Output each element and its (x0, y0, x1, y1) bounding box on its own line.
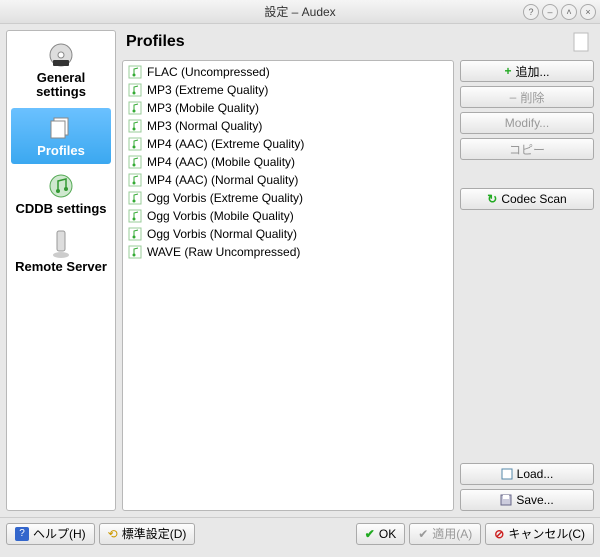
profile-name: Ogg Vorbis (Normal Quality) (147, 227, 297, 241)
minimize-icon[interactable]: – (542, 4, 558, 20)
music-file-icon (127, 82, 143, 98)
plus-icon: + (504, 64, 511, 78)
cancel-icon: ⊘ (494, 527, 504, 541)
list-item[interactable]: MP3 (Extreme Quality) (125, 81, 451, 99)
profile-name: MP3 (Extreme Quality) (147, 83, 268, 97)
check-icon: ✔ (365, 527, 375, 541)
profiles-list[interactable]: FLAC (Uncompressed) MP3 (Extreme Quality)… (122, 60, 454, 511)
list-item[interactable]: MP3 (Mobile Quality) (125, 99, 451, 117)
defaults-button[interactable]: ⟲ 標準設定(D) (99, 523, 196, 545)
save-button[interactable]: Save... (460, 489, 594, 511)
profile-name: FLAC (Uncompressed) (147, 65, 270, 79)
maximize-icon[interactable]: ˄ (561, 4, 577, 20)
disc-icon (13, 41, 109, 69)
ok-button[interactable]: ✔ OK (356, 523, 405, 545)
help-button[interactable]: ? ヘルプ(H) (6, 523, 95, 545)
modify-button[interactable]: Modify... (460, 112, 594, 134)
apply-button[interactable]: ✔ 適用(A) (409, 523, 481, 545)
floppy-icon (500, 494, 512, 506)
profile-name: Ogg Vorbis (Mobile Quality) (147, 209, 294, 223)
documents-icon (13, 114, 109, 142)
sidebar-item-general[interactable]: General settings (11, 35, 111, 106)
codec-scan-button[interactable]: ↻ Codec Scan (460, 188, 594, 210)
document-icon (572, 32, 590, 52)
music-file-icon (127, 172, 143, 188)
help-window-icon[interactable]: ? (523, 4, 539, 20)
music-file-icon (127, 100, 143, 116)
titlebar: 設定 – Audex ? – ˄ × (0, 0, 600, 24)
music-file-icon (127, 226, 143, 242)
music-file-icon (127, 136, 143, 152)
help-icon: ? (15, 527, 29, 541)
dialog-buttons: ? ヘルプ(H) ⟲ 標準設定(D) ✔ OK ✔ 適用(A) ⊘ キャンセル(… (0, 517, 600, 549)
profile-name: Ogg Vorbis (Extreme Quality) (147, 191, 303, 205)
list-item[interactable]: MP4 (AAC) (Mobile Quality) (125, 153, 451, 171)
music-file-icon (127, 154, 143, 170)
sidebar-item-label: General settings (13, 71, 109, 100)
add-button[interactable]: + 追加... (460, 60, 594, 82)
revert-icon: ⟲ (108, 527, 118, 541)
sidebar: General settings Profiles CDDB settings … (6, 30, 116, 511)
list-item[interactable]: MP3 (Normal Quality) (125, 117, 451, 135)
window-title: 設定 – Audex (264, 3, 335, 20)
music-file-icon (127, 244, 143, 260)
sidebar-item-label: Profiles (13, 144, 109, 158)
close-icon[interactable]: × (580, 4, 596, 20)
copy-button[interactable]: コピー (460, 138, 594, 160)
list-item[interactable]: Ogg Vorbis (Mobile Quality) (125, 207, 451, 225)
profile-name: WAVE (Raw Uncompressed) (147, 245, 300, 259)
music-disc-icon (13, 172, 109, 200)
list-item[interactable]: Ogg Vorbis (Normal Quality) (125, 225, 451, 243)
sidebar-item-profiles[interactable]: Profiles (11, 108, 111, 164)
load-button[interactable]: Load... (460, 463, 594, 485)
list-item[interactable]: MP4 (AAC) (Extreme Quality) (125, 135, 451, 153)
list-item[interactable]: WAVE (Raw Uncompressed) (125, 243, 451, 261)
sidebar-item-label: Remote Server (13, 260, 109, 274)
list-item[interactable]: Ogg Vorbis (Extreme Quality) (125, 189, 451, 207)
profile-name: MP3 (Normal Quality) (147, 119, 262, 133)
profile-name: MP4 (AAC) (Mobile Quality) (147, 155, 295, 169)
profile-name: MP4 (AAC) (Normal Quality) (147, 173, 298, 187)
profile-name: MP4 (AAC) (Extreme Quality) (147, 137, 304, 151)
sidebar-item-label: CDDB settings (13, 202, 109, 216)
list-item[interactable]: MP4 (AAC) (Normal Quality) (125, 171, 451, 189)
music-file-icon (127, 190, 143, 206)
check-icon: ✔ (418, 527, 428, 541)
music-file-icon (127, 64, 143, 80)
sidebar-item-cddb[interactable]: CDDB settings (11, 166, 111, 222)
sidebar-item-remote[interactable]: Remote Server (11, 224, 111, 280)
document-open-icon (501, 468, 513, 480)
profile-name: MP3 (Mobile Quality) (147, 101, 259, 115)
refresh-icon: ↻ (487, 192, 497, 206)
delete-button[interactable]: – 削除 (460, 86, 594, 108)
server-icon (13, 230, 109, 258)
music-file-icon (127, 208, 143, 224)
music-file-icon (127, 118, 143, 134)
page-title: Profiles (126, 33, 185, 51)
list-item[interactable]: FLAC (Uncompressed) (125, 63, 451, 81)
cancel-button[interactable]: ⊘ キャンセル(C) (485, 523, 594, 545)
minus-icon: – (510, 90, 517, 104)
